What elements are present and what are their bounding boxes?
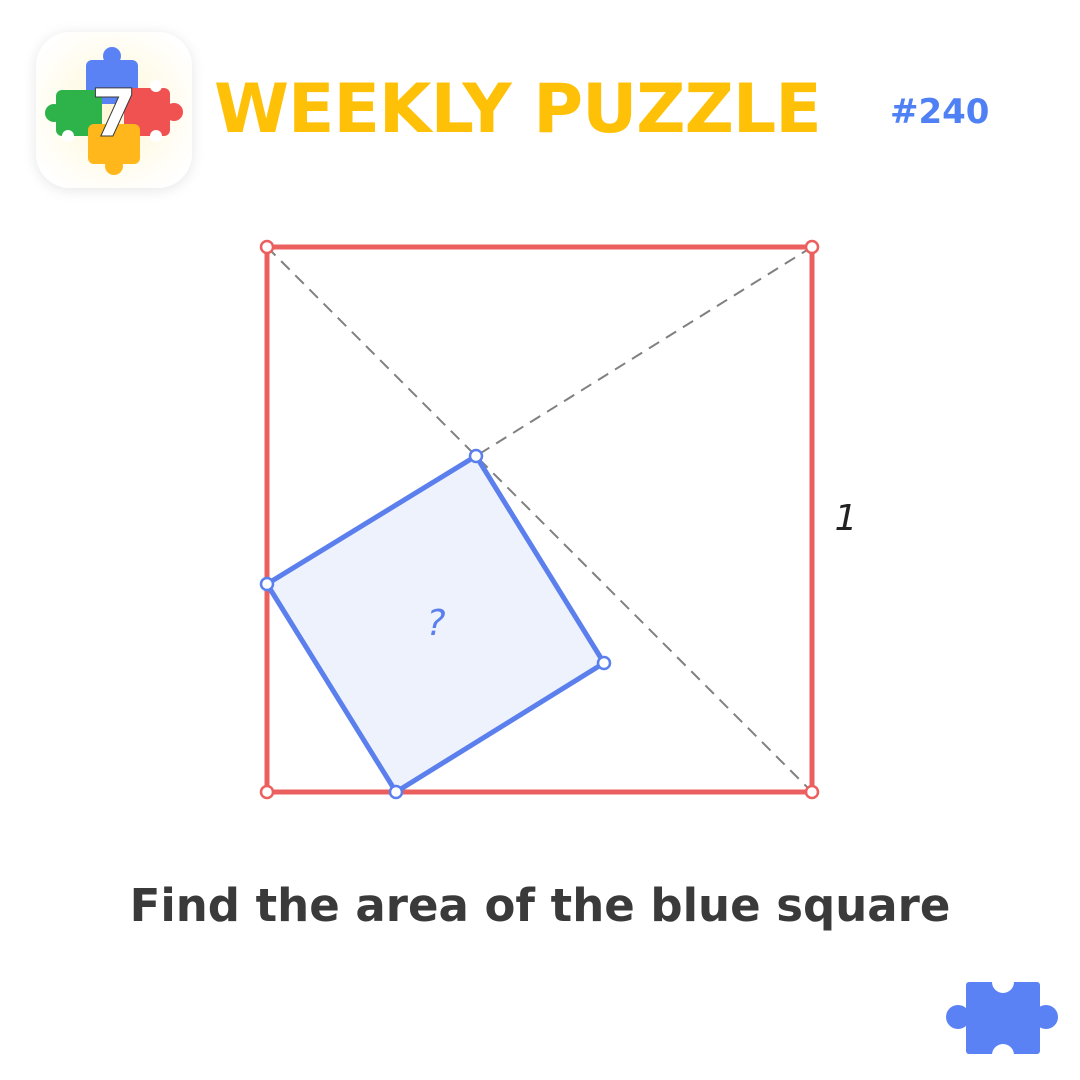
side-length-label: 1 [835, 498, 858, 539]
dashed-line-to-corner [475, 246, 813, 457]
question-text: Find the area of the blue square [129, 879, 951, 932]
blue-vertex-dot [259, 576, 275, 592]
blue-vertex-dot [388, 784, 404, 800]
blue-vertex-dot [468, 448, 484, 464]
outer-corner-dot [259, 239, 275, 255]
blue-square-label: ? [426, 603, 445, 644]
blue-vertex-dot [596, 655, 612, 671]
outer-corner-dot [259, 784, 275, 800]
outer-corner-dot [804, 784, 820, 800]
puzzle-piece-icon [946, 980, 1058, 1056]
outer-corner-dot [804, 239, 820, 255]
